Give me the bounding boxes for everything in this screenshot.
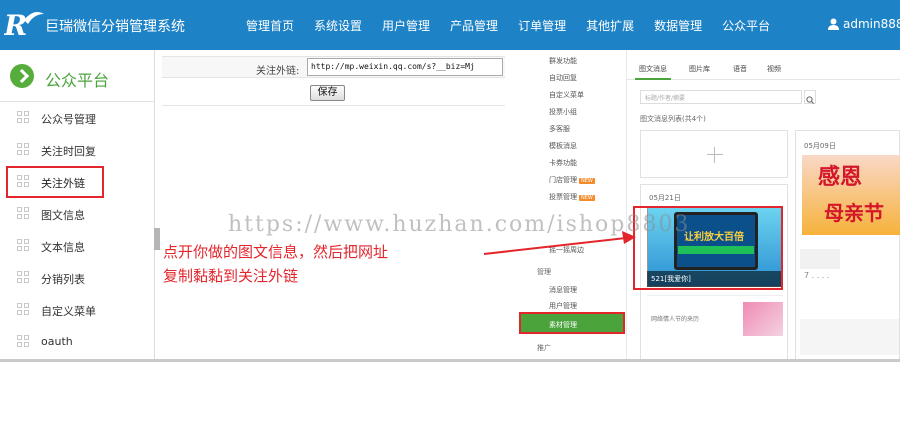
sidebar-item-label: 自定义菜单 bbox=[41, 305, 96, 318]
nav-item-products[interactable]: 产品管理 bbox=[450, 17, 498, 34]
logo-icon: R bbox=[4, 9, 44, 42]
sidebar-item-follow-reply[interactable]: 关注时回复 bbox=[0, 134, 155, 166]
wechat-menu-item-label: 门店管理 bbox=[549, 176, 577, 184]
news-sub-thumbnail bbox=[743, 302, 783, 336]
news-sub-title: 网络情人节的来历 bbox=[651, 316, 700, 323]
sidebar-item-label: 关注时回复 bbox=[41, 145, 96, 158]
user-icon bbox=[828, 18, 839, 30]
add-news-card[interactable] bbox=[640, 130, 788, 178]
grid-icon bbox=[17, 111, 29, 123]
follow-link-label: 关注外链: bbox=[256, 66, 300, 77]
plus-icon bbox=[707, 154, 723, 155]
grid-icon bbox=[17, 335, 29, 347]
new-badge: NEW bbox=[579, 195, 595, 201]
sidebar-item-news[interactable]: 图文信息 bbox=[0, 198, 155, 230]
plus-icon-vertical bbox=[714, 147, 715, 163]
sidebar-header: 公众平台 bbox=[0, 50, 155, 102]
arrow-icon bbox=[483, 231, 636, 255]
new-badge: NEW bbox=[579, 178, 595, 184]
wechat-menu-item-label: 素材管理 bbox=[549, 321, 577, 329]
grid-icon bbox=[17, 271, 29, 283]
tab-voice[interactable]: 语音 bbox=[733, 64, 747, 74]
sidebar-item-custom-menu[interactable]: 自定义菜单 bbox=[0, 294, 155, 326]
sidebar-title: 公众平台 bbox=[45, 71, 110, 90]
instruction-line-2: 复制黏黏到关注外链 bbox=[163, 267, 299, 285]
wechat-menu-group-manage: 管理 bbox=[537, 268, 551, 276]
follow-link-input[interactable]: http://mp.weixin.qq.com/s?__biz=Mj bbox=[307, 58, 503, 76]
wechat-menu-item[interactable]: 门店管理 NEW bbox=[549, 175, 595, 185]
chevron-right-circle-icon bbox=[10, 64, 34, 88]
news-list-count: 图文消息列表(共4个) bbox=[640, 115, 706, 123]
save-button[interactable]: 保存 bbox=[310, 85, 345, 101]
wechat-menu-item[interactable]: 用户管理 bbox=[549, 301, 577, 311]
grid-icon bbox=[17, 303, 29, 315]
search-icon bbox=[806, 96, 814, 104]
nav-item-settings[interactable]: 系统设置 bbox=[314, 17, 362, 34]
tab-video[interactable]: 视频 bbox=[767, 64, 781, 74]
sidebar-item-label: 分销列表 bbox=[41, 273, 85, 286]
active-tab-indicator bbox=[635, 78, 671, 80]
cover-title: 感恩 bbox=[818, 165, 863, 190]
follow-link-form: 关注外链: http://mp.weixin.qq.com/s?__biz=Mj… bbox=[160, 50, 505, 359]
grid-icon bbox=[17, 143, 29, 155]
wechat-menu-item[interactable]: 投票管理 NEW bbox=[549, 192, 595, 202]
grid-icon bbox=[17, 239, 29, 251]
nav-item-orders[interactable]: 订单管理 bbox=[518, 17, 566, 34]
sidebar-item-distribution[interactable]: 分销列表 bbox=[0, 262, 155, 294]
wechat-menu-item[interactable]: 投票小组 bbox=[549, 107, 577, 117]
main-nav: 管理首页 系统设置 用户管理 产品管理 订单管理 其他扩展 数据管理 公众平台 bbox=[246, 17, 790, 34]
highlight-box bbox=[6, 166, 104, 198]
nav-item-public-platform[interactable]: 公众平台 bbox=[722, 17, 770, 34]
search-button[interactable] bbox=[804, 90, 816, 104]
news-sub-title: 7 . . . . bbox=[804, 271, 830, 280]
wechat-menu-item[interactable]: 卡券功能 bbox=[549, 158, 577, 168]
news-date: 05月09日 bbox=[804, 142, 836, 150]
wechat-menu-item-active[interactable]: 素材管理 bbox=[519, 312, 625, 334]
tab-news[interactable]: 图文消息 bbox=[639, 64, 667, 74]
sidebar-item-account-manage[interactable]: 公众号管理 bbox=[0, 102, 155, 134]
sidebar-item-oauth[interactable]: oauth bbox=[0, 326, 155, 358]
blurred-region bbox=[800, 249, 840, 269]
wechat-menu-item[interactable]: 多客服 bbox=[549, 124, 570, 134]
user-menu[interactable]: admin888 bbox=[828, 17, 900, 31]
wechat-menu-item-label: 投票管理 bbox=[549, 193, 577, 201]
top-bar: R 巨瑞微信分销管理系统 管理首页 系统设置 用户管理 产品管理 订单管理 其他… bbox=[0, 0, 900, 50]
grid-icon bbox=[17, 207, 29, 219]
news-date: 05月21日 bbox=[649, 194, 681, 202]
nav-item-extensions[interactable]: 其他扩展 bbox=[586, 17, 634, 34]
sidebar-item-label: oauth bbox=[41, 335, 73, 348]
blurred-region bbox=[800, 319, 899, 355]
app-title: 巨瑞微信分销管理系统 bbox=[45, 19, 185, 35]
wechat-menu-item[interactable]: 自定义菜单 bbox=[549, 90, 584, 100]
news-sub-item[interactable]: 网络情人节的来历 bbox=[647, 295, 783, 341]
wechat-menu-item[interactable]: 模板消息 bbox=[549, 141, 577, 151]
wechat-menu-item[interactable]: 群发功能 bbox=[549, 56, 577, 66]
sidebar-item-label: 图文信息 bbox=[41, 209, 85, 222]
news-card[interactable]: 05月09日 感恩 母亲节 7 . . . . bbox=[795, 130, 900, 359]
news-cover-image: 感恩 母亲节 bbox=[802, 155, 900, 235]
material-search-input[interactable]: 标题/作者/摘要 bbox=[640, 90, 802, 104]
material-tabs: 图文消息 图片库 语音 视频 bbox=[627, 50, 900, 80]
sidebar-item-label: 公众号管理 bbox=[41, 113, 96, 126]
nav-item-data[interactable]: 数据管理 bbox=[654, 17, 702, 34]
cover-title-2: 母亲节 bbox=[824, 201, 884, 225]
svg-text:R: R bbox=[4, 9, 27, 42]
wechat-menu-group-promo: 推广 bbox=[537, 344, 551, 352]
wechat-menu-item[interactable]: 消息管理 bbox=[549, 285, 577, 295]
sidebar-item-label: 文本信息 bbox=[41, 241, 85, 254]
nav-item-home[interactable]: 管理首页 bbox=[246, 17, 294, 34]
app-window: R 巨瑞微信分销管理系统 管理首页 系统设置 用户管理 产品管理 订单管理 其他… bbox=[0, 0, 900, 362]
instruction-line-1: 点开你做的图文信息，然后把网址 bbox=[163, 243, 389, 261]
nav-item-users[interactable]: 用户管理 bbox=[382, 17, 430, 34]
tab-images[interactable]: 图片库 bbox=[689, 64, 710, 74]
sidebar-item-text[interactable]: 文本信息 bbox=[0, 230, 155, 262]
instruction-note: 点开你做的图文信息，然后把网址 复制黏黏到关注外链 bbox=[163, 240, 388, 288]
wechat-menu-item[interactable]: 自动回复 bbox=[549, 73, 577, 83]
user-name: admin888 bbox=[843, 17, 900, 31]
